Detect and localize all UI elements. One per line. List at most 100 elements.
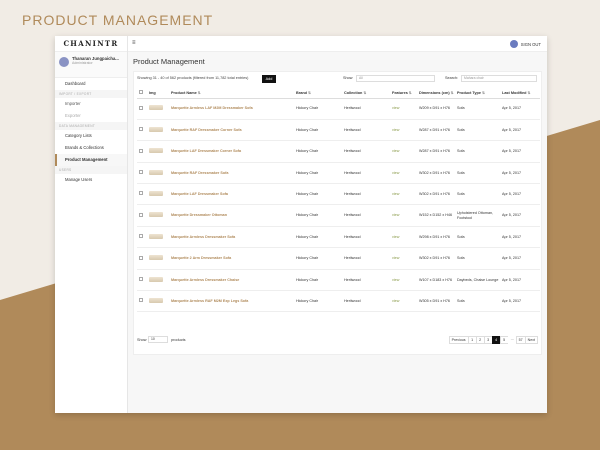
sidebar-item-exporter[interactable]: Exporter	[55, 110, 127, 122]
table-row[interactable]: Marquette Armless RAF M2M Exp Legs Sofa H…	[137, 290, 540, 313]
sort-icon[interactable]: ⇅	[526, 91, 530, 95]
product-thumbnail[interactable]	[149, 255, 163, 261]
product-thumbnail[interactable]	[149, 126, 163, 132]
table-cell: Sofa	[455, 162, 500, 185]
column-header[interactable]: Product Type ⇅	[455, 88, 500, 99]
product-type: Upholstered Ottoman, Footstool	[457, 211, 494, 220]
features-view-link[interactable]: view	[392, 171, 399, 175]
features-view-link[interactable]: view	[392, 256, 399, 260]
sort-icon[interactable]: ⇅	[362, 91, 366, 95]
column-header-label: Img	[149, 90, 156, 95]
product-thumbnail[interactable]	[149, 169, 163, 175]
table-cell: Apr 5, 2017	[500, 183, 540, 206]
features-view-link[interactable]: view	[392, 235, 399, 239]
column-header[interactable]: Last Modified ⇅	[500, 88, 540, 99]
thumb-cell	[147, 119, 169, 142]
search-input[interactable]: Mahara chair	[461, 75, 537, 82]
sort-icon[interactable]: ⇅	[197, 91, 201, 95]
features-view-link[interactable]: view	[392, 128, 399, 132]
table-row[interactable]: Marquette Armless Dressmaker Sofa Hickory…	[137, 226, 540, 249]
column-header[interactable]: Img	[147, 88, 169, 99]
column-header[interactable]: Dimensions (cm) ⇅	[417, 88, 455, 99]
table-row[interactable]: Marquette LAF Dressmaker Sofa Hickory Cha…	[137, 183, 540, 206]
logo[interactable]: CHANINTR	[55, 36, 127, 52]
sidebar-item-dashboard[interactable]: Dashboard	[55, 78, 127, 90]
footer-products-label: products	[171, 338, 186, 342]
product-name-link[interactable]: Marquette Dressmaker Ottoman	[171, 213, 227, 217]
table-cell: W298 x D91 x H76	[417, 226, 455, 249]
column-header[interactable]: Collection ⇅	[342, 88, 390, 99]
row-checkbox[interactable]	[139, 255, 143, 260]
sidebar-item-brands-collections[interactable]: Brands & Collections	[55, 142, 127, 154]
sidebar-item-manage-users[interactable]: Manage Users	[55, 174, 127, 186]
product-thumbnail[interactable]	[149, 276, 163, 282]
row-checkbox[interactable]	[139, 127, 143, 132]
product-name-link[interactable]: Marquette Armless Dressmaker Sofa	[171, 235, 235, 239]
show-filter-select[interactable]: All	[356, 75, 435, 82]
product-name-link[interactable]: Marquette 2 Arm Dressmaker Sofa	[171, 256, 231, 260]
checkbox-icon[interactable]	[139, 90, 143, 95]
sidebar-item-product-management[interactable]: Product Management	[55, 154, 127, 166]
product-name-link[interactable]: Marquette Armless LAF M2M Dressmaker Sof…	[171, 106, 253, 110]
sidebar-item-category-lists[interactable]: Category Lists	[55, 130, 127, 142]
features-view-link[interactable]: view	[392, 106, 399, 110]
product-thumbnail[interactable]	[149, 190, 163, 196]
next-page-button[interactable]: Next	[524, 336, 538, 344]
product-table: Img Product Name ⇅ Brand ⇅ Collection ⇅ Feat…	[137, 88, 540, 313]
sort-icon[interactable]: ⇅	[450, 91, 454, 95]
row-checkbox[interactable]	[139, 191, 143, 196]
features-view-link[interactable]: view	[392, 299, 399, 303]
table-cell: view	[390, 140, 417, 163]
add-button[interactable]: Add	[262, 75, 276, 83]
product-name-link[interactable]: Marquette RAF Dressmaker Corner Sofa	[171, 128, 242, 132]
row-checkbox[interactable]	[139, 298, 143, 303]
row-checkbox[interactable]	[139, 234, 143, 239]
page-size-select[interactable]: 10	[148, 336, 168, 343]
product-name-link[interactable]: Marquette Armless RAF M2M Exp Legs Sofa	[171, 299, 248, 303]
product-thumbnail[interactable]	[149, 105, 163, 111]
table-cell: Heritwood	[342, 247, 390, 270]
table-row[interactable]: Marquette Armless Dressmaker Chaise Hicko…	[137, 269, 540, 292]
row-checkbox[interactable]	[139, 277, 143, 282]
table-row[interactable]: Marquette LAF Dressmaker Corner Sofa Hick…	[137, 140, 540, 163]
product-dimensions: W302 x D91 x H76	[419, 191, 450, 196]
sort-icon[interactable]: ⇅	[307, 91, 311, 95]
features-view-link[interactable]: view	[392, 213, 399, 217]
sidebar-item-importer[interactable]: Importer	[55, 98, 127, 110]
table-cell: Hickory Chair	[294, 269, 342, 292]
last-modified: Apr 5, 2017	[502, 234, 522, 239]
table-row[interactable]: Marquette RAF Dressmaker Sofa Hickory Cha…	[137, 162, 540, 185]
signout-button[interactable]: SIGN OUT	[509, 40, 541, 48]
table-row[interactable]: Marquette 2 Arm Dressmaker Sofa Hickory C…	[137, 247, 540, 270]
product-thumbnail[interactable]	[149, 233, 163, 239]
table-row[interactable]: Marquette Armless LAF M2M Dressmaker Sof…	[137, 98, 540, 120]
product-name-link[interactable]: Marquette Armless Dressmaker Chaise	[171, 278, 239, 282]
table-row[interactable]: Marquette RAF Dressmaker Corner Sofa Hick…	[137, 119, 540, 142]
select-all-checkbox[interactable]	[137, 88, 147, 99]
features-view-link[interactable]: view	[392, 192, 399, 196]
product-thumbnail[interactable]	[149, 212, 163, 218]
product-brand: Hickory Chair	[296, 106, 319, 111]
sort-icon[interactable]: ⇅	[481, 91, 485, 95]
product-name-link[interactable]: Marquette LAF Dressmaker Sofa	[171, 192, 228, 196]
product-thumbnail[interactable]	[149, 148, 163, 154]
column-header[interactable]: Product Name ⇅	[169, 88, 294, 99]
hamburger-menu-icon[interactable]: ≡	[132, 40, 136, 46]
column-header[interactable]: Features ⇅	[390, 88, 417, 99]
column-header[interactable]: Brand ⇅	[294, 88, 342, 99]
product-thumbnail[interactable]	[149, 297, 163, 303]
product-name-link[interactable]: Marquette LAF Dressmaker Corner Sofa	[171, 149, 241, 153]
row-checkbox[interactable]	[139, 105, 143, 110]
features-view-link[interactable]: view	[392, 149, 399, 153]
product-name-link[interactable]: Marquette RAF Dressmaker Sofa	[171, 171, 228, 175]
row-checkbox[interactable]	[139, 148, 143, 153]
row-checkbox[interactable]	[139, 212, 143, 217]
table-cell: view	[390, 290, 417, 313]
row-checkbox[interactable]	[139, 170, 143, 175]
user-profile[interactable]: Thanaran Jungpaicha... Administrator	[55, 52, 127, 78]
table-row[interactable]: Marquette Dressmaker Ottoman Hickory Chai…	[137, 204, 540, 227]
sort-icon[interactable]: ⇅	[408, 91, 412, 95]
previous-page-button[interactable]: Previous	[448, 336, 469, 344]
column-header-label: Last Modified	[502, 90, 527, 95]
features-view-link[interactable]: view	[392, 278, 399, 282]
